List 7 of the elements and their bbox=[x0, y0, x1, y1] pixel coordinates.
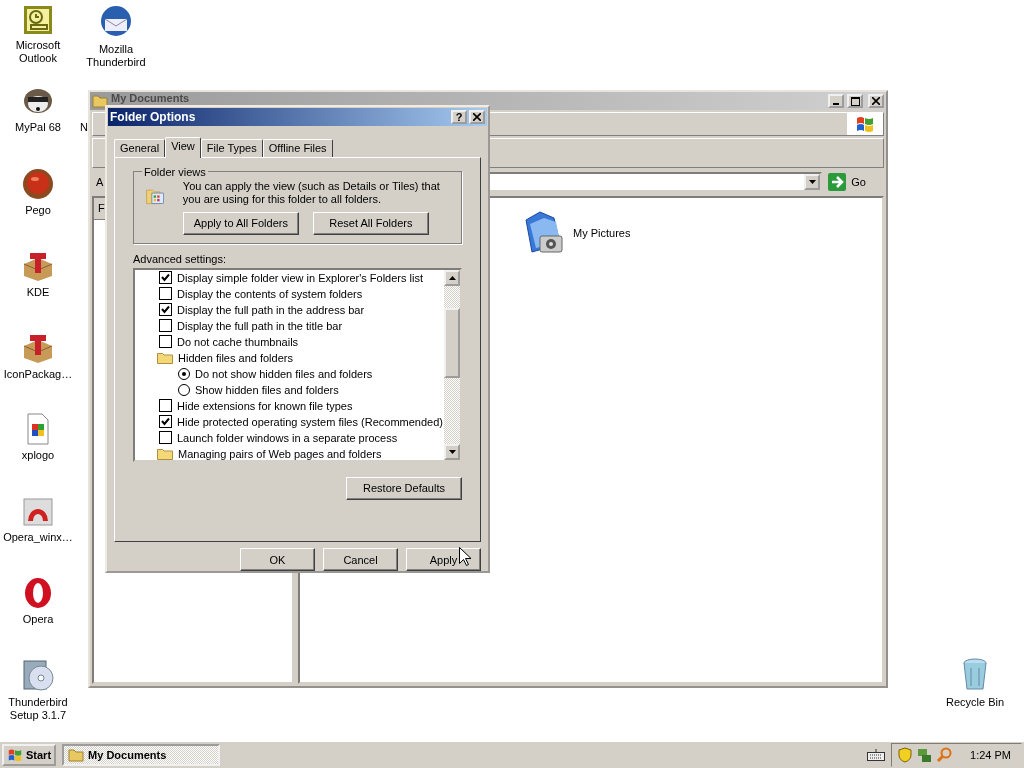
window-title: My Documents bbox=[111, 92, 190, 104]
group-title: Folder views bbox=[143, 165, 207, 178]
setting-label: Hidden files and folders bbox=[178, 351, 293, 364]
section-label: Advanced settings: bbox=[133, 252, 227, 265]
address-label: A bbox=[96, 176, 105, 188]
setting-label: Managing pairs of Web pages and folders bbox=[178, 447, 382, 460]
dialog-title: Folder Options bbox=[110, 109, 196, 124]
